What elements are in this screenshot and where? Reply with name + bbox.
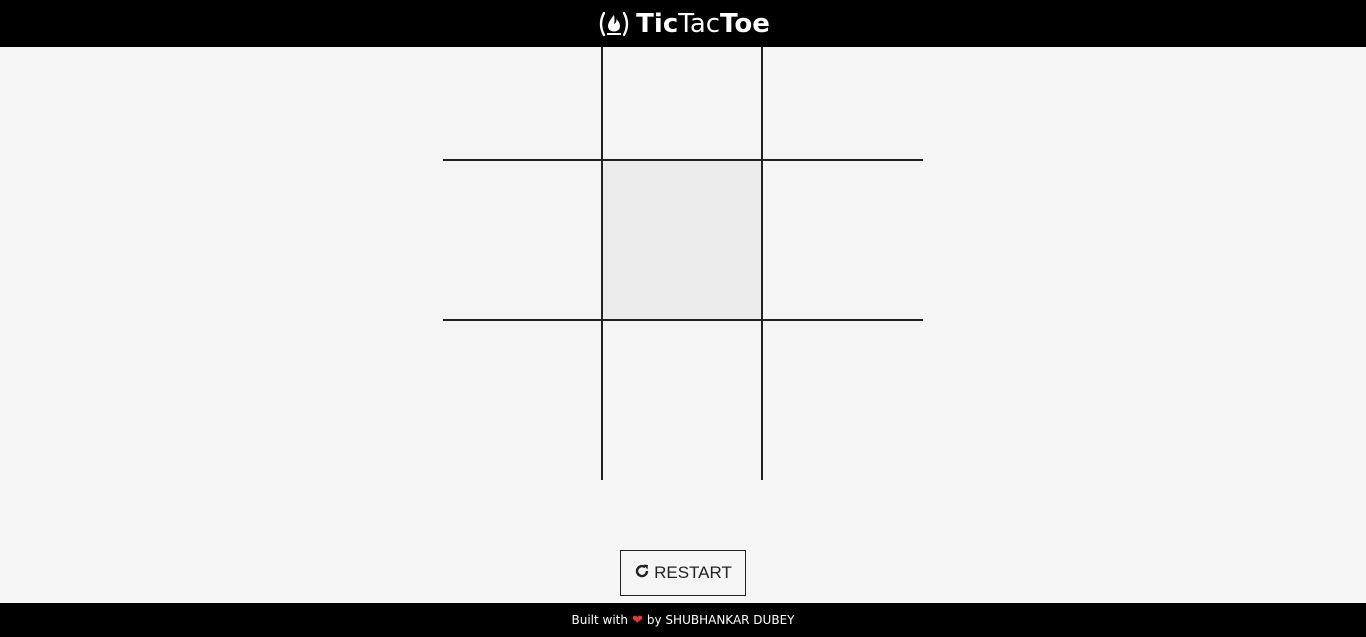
footer-suffix: by SHUBHANKAR DUBEY [646, 613, 795, 627]
title-tic: Tic [636, 8, 679, 39]
restart-button[interactable]: RESTART [620, 550, 746, 596]
board-cell-1[interactable] [443, 47, 602, 160]
board-cell-5[interactable] [602, 160, 762, 320]
footer-prefix: Built with [571, 613, 628, 627]
flame-logo-icon [596, 11, 632, 37]
board-cell-7[interactable] [443, 320, 602, 480]
refresh-icon [634, 563, 654, 584]
footer-bar: Built with ❤ by SHUBHANKAR DUBEY [0, 603, 1366, 637]
grid-line-horizontal-top [443, 159, 923, 161]
board-cell-8[interactable] [602, 320, 762, 480]
board-cell-6[interactable] [762, 160, 923, 320]
title-tac: Tac [678, 8, 721, 39]
grid-line-vertical-left [601, 47, 603, 480]
grid-line-vertical-right [761, 47, 763, 480]
board-cell-9[interactable] [762, 320, 923, 480]
heart-icon: ❤ [631, 612, 643, 628]
board-cell-3[interactable] [762, 47, 923, 160]
brand: Tic Tac Toe [596, 11, 770, 37]
board-cell-4[interactable] [443, 160, 602, 320]
game-board [443, 47, 923, 480]
board-cell-2[interactable] [602, 47, 762, 160]
header-bar: Tic Tac Toe [0, 0, 1366, 47]
title-toe: Toe [720, 8, 770, 39]
restart-label: RESTART [654, 563, 732, 582]
grid-line-horizontal-bottom [443, 319, 923, 321]
